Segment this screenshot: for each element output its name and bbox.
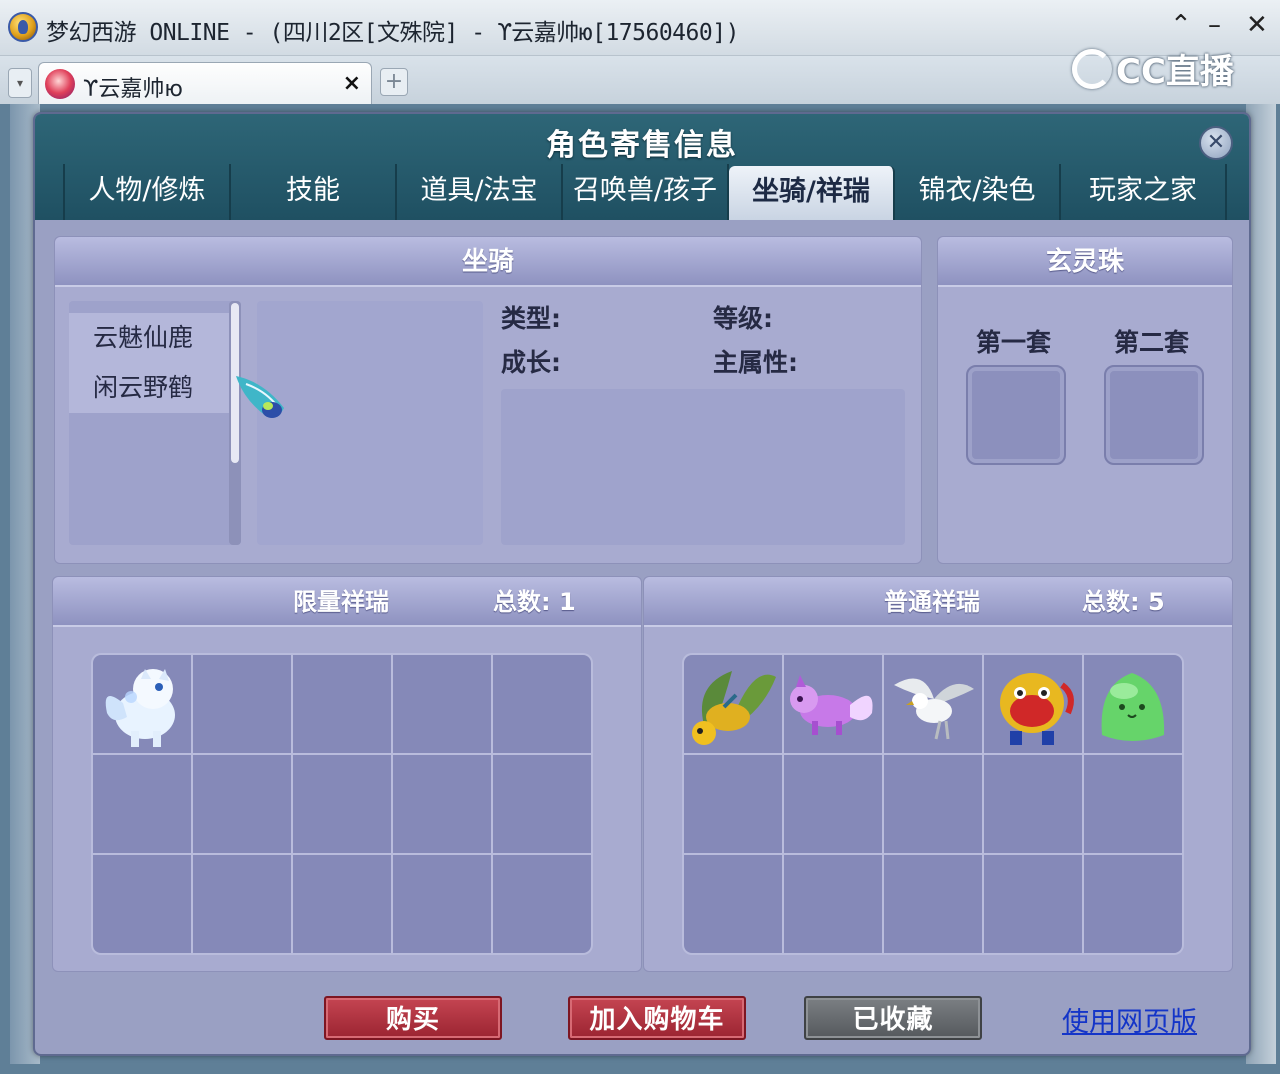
dialog-title: 角色寄售信息	[546, 128, 738, 163]
xiangrui-slot[interactable]	[984, 855, 1082, 953]
game-logo-icon	[8, 12, 38, 42]
tab-items[interactable]: 道具/法宝	[397, 164, 563, 220]
xiangrui-slot[interactable]	[684, 755, 782, 853]
xiangrui-slot[interactable]	[393, 655, 491, 753]
red-lion-dance-icon	[1000, 673, 1074, 745]
limited-xiangrui-grid	[91, 653, 593, 955]
xiangrui-slot[interactable]	[984, 755, 1082, 853]
feather-cursor-icon	[236, 376, 284, 418]
tab-list-dropdown[interactable]: ▾	[8, 68, 32, 98]
browser-tab-character[interactable]: ϒ云嘉帅ю ×	[38, 62, 372, 104]
cc-live-watermark: CC直播	[1072, 44, 1234, 93]
tab-outfits[interactable]: 锦衣/染色	[895, 164, 1061, 220]
limited-xiangrui-title: 限量祥瑞	[293, 588, 389, 616]
xiangrui-slot[interactable]	[93, 755, 191, 853]
mount-panel-header: 坐骑	[55, 237, 921, 287]
add-to-cart-button[interactable]: 加入购物车	[568, 996, 746, 1040]
xiangrui-slot[interactable]	[393, 855, 491, 953]
xiangrui-slot[interactable]	[193, 755, 291, 853]
limited-xiangrui-count: 总数: 1	[493, 588, 576, 616]
mount-preview	[257, 301, 483, 545]
normal-xiangrui-title: 普通祥瑞	[884, 588, 980, 616]
xiangrui-slot[interactable]	[984, 655, 1082, 753]
xiangrui-slot[interactable]	[1084, 655, 1182, 753]
orb-panel-header: 玄灵珠	[938, 237, 1232, 287]
mount-detail-box	[501, 389, 905, 545]
xiangrui-slot[interactable]	[293, 855, 391, 953]
watermark-text: CC直播	[1116, 52, 1234, 92]
normal-xiangrui-grid	[682, 653, 1184, 955]
xiangrui-slot[interactable]	[684, 655, 782, 753]
character-avatar-icon	[45, 69, 75, 99]
orb-slot[interactable]	[1104, 365, 1204, 465]
xiangrui-slot[interactable]	[493, 755, 591, 853]
mount-list: 云魅仙鹿 闲云野鹤	[69, 301, 241, 545]
xiangrui-slot[interactable]	[293, 655, 391, 753]
xiangrui-slot[interactable]	[784, 655, 882, 753]
white-eagle-icon	[894, 678, 974, 740]
mount-attribute-label: 主属性:	[713, 348, 798, 377]
orb-slot[interactable]	[966, 365, 1066, 465]
xiangrui-slot[interactable]	[193, 655, 291, 753]
tab-mounts[interactable]: 坐骑/祥瑞	[729, 166, 895, 220]
green-slime-icon	[1101, 673, 1165, 741]
xiangrui-slot[interactable]	[493, 855, 591, 953]
orb-set-label: 第一套	[976, 328, 1052, 357]
tab-home[interactable]: 玩家之家	[1061, 164, 1227, 220]
mount-panel-title: 坐骑	[461, 247, 514, 277]
mount-level-label: 等级:	[713, 304, 773, 333]
tab-close-button[interactable]: ×	[343, 71, 361, 96]
xiangrui-slot[interactable]	[93, 655, 191, 753]
normal-xiangrui-count: 总数: 5	[1082, 588, 1165, 616]
golden-beetle-icon	[692, 671, 776, 745]
mount-list-item[interactable]: 云魅仙鹿	[69, 313, 229, 363]
tab-character[interactable]: 人物/修炼	[63, 164, 231, 220]
mount-list-scrollbar[interactable]	[229, 301, 241, 545]
add-tab-button[interactable]: +	[380, 68, 408, 96]
mount-panel: 坐骑 云魅仙鹿 闲云野鹤 类型: 等级: 成长: 主属性:	[54, 236, 922, 564]
xiangrui-slot[interactable]	[93, 855, 191, 953]
xiangrui-slot[interactable]	[784, 755, 882, 853]
purple-fox-icon	[790, 675, 873, 735]
xiangrui-slot[interactable]	[493, 655, 591, 753]
favorited-button[interactable]: 已收藏	[804, 996, 982, 1040]
limited-xiangrui-header: 限量祥瑞 总数: 1	[53, 577, 641, 627]
white-fox-spirit-icon	[105, 669, 175, 747]
use-web-version-link[interactable]: 使用网页版	[1062, 1000, 1197, 1039]
tab-pets[interactable]: 召唤兽/孩子	[563, 164, 729, 220]
mount-type-label: 类型:	[501, 304, 561, 333]
xiangrui-slot[interactable]	[784, 855, 882, 953]
consignment-dialog: 角色寄售信息 ✕ 人物/修炼 技能 道具/法宝 召唤兽/孩子 坐骑/祥瑞 锦衣/…	[33, 112, 1251, 1056]
tab-skills[interactable]: 技能	[231, 164, 397, 220]
xiangrui-slot[interactable]	[1084, 855, 1182, 953]
normal-xiangrui-panel: 普通祥瑞 总数: 5	[643, 576, 1233, 972]
buy-button[interactable]: 购买	[324, 996, 502, 1040]
orb-panel-title: 玄灵珠	[1045, 247, 1124, 277]
limited-xiangrui-panel: 限量祥瑞 总数: 1	[52, 576, 642, 972]
dialog-header: 角色寄售信息 ✕ 人物/修炼 技能 道具/法宝 召唤兽/孩子 坐骑/祥瑞 锦衣/…	[35, 114, 1249, 220]
window-title: 梦幻西游 ONLINE - (四川2区[文殊院] - ϒ云嘉帅ю[1756046…	[46, 20, 739, 46]
xiangrui-slot[interactable]	[1084, 755, 1182, 853]
dialog-tab-bar: 人物/修炼 技能 道具/法宝 召唤兽/孩子 坐骑/祥瑞 锦衣/染色 玩家之家	[63, 164, 1227, 220]
mount-list-item[interactable]: 闲云野鹤	[69, 363, 229, 413]
collapse-icon[interactable]: ⌃	[1170, 10, 1192, 40]
browser-tab-label: ϒ云嘉帅ю	[83, 77, 183, 102]
orb-set-label: 第二套	[1114, 328, 1190, 357]
orb-panel: 玄灵珠 第一套 第二套	[937, 236, 1233, 564]
xiangrui-slot[interactable]	[884, 755, 982, 853]
mount-growth-label: 成长:	[501, 348, 561, 377]
xiangrui-slot[interactable]	[884, 855, 982, 953]
xiangrui-slot[interactable]	[393, 755, 491, 853]
minimize-button[interactable]: –	[1208, 10, 1221, 40]
xiangrui-slot[interactable]	[293, 755, 391, 853]
normal-xiangrui-header: 普通祥瑞 总数: 5	[644, 577, 1232, 627]
dialog-close-button[interactable]: ✕	[1199, 126, 1233, 160]
xiangrui-slot[interactable]	[684, 855, 782, 953]
cc-logo-icon	[1072, 49, 1112, 89]
xiangrui-slot[interactable]	[193, 855, 291, 953]
window-close-button[interactable]: ✕	[1246, 10, 1268, 40]
xiangrui-slot[interactable]	[884, 655, 982, 753]
